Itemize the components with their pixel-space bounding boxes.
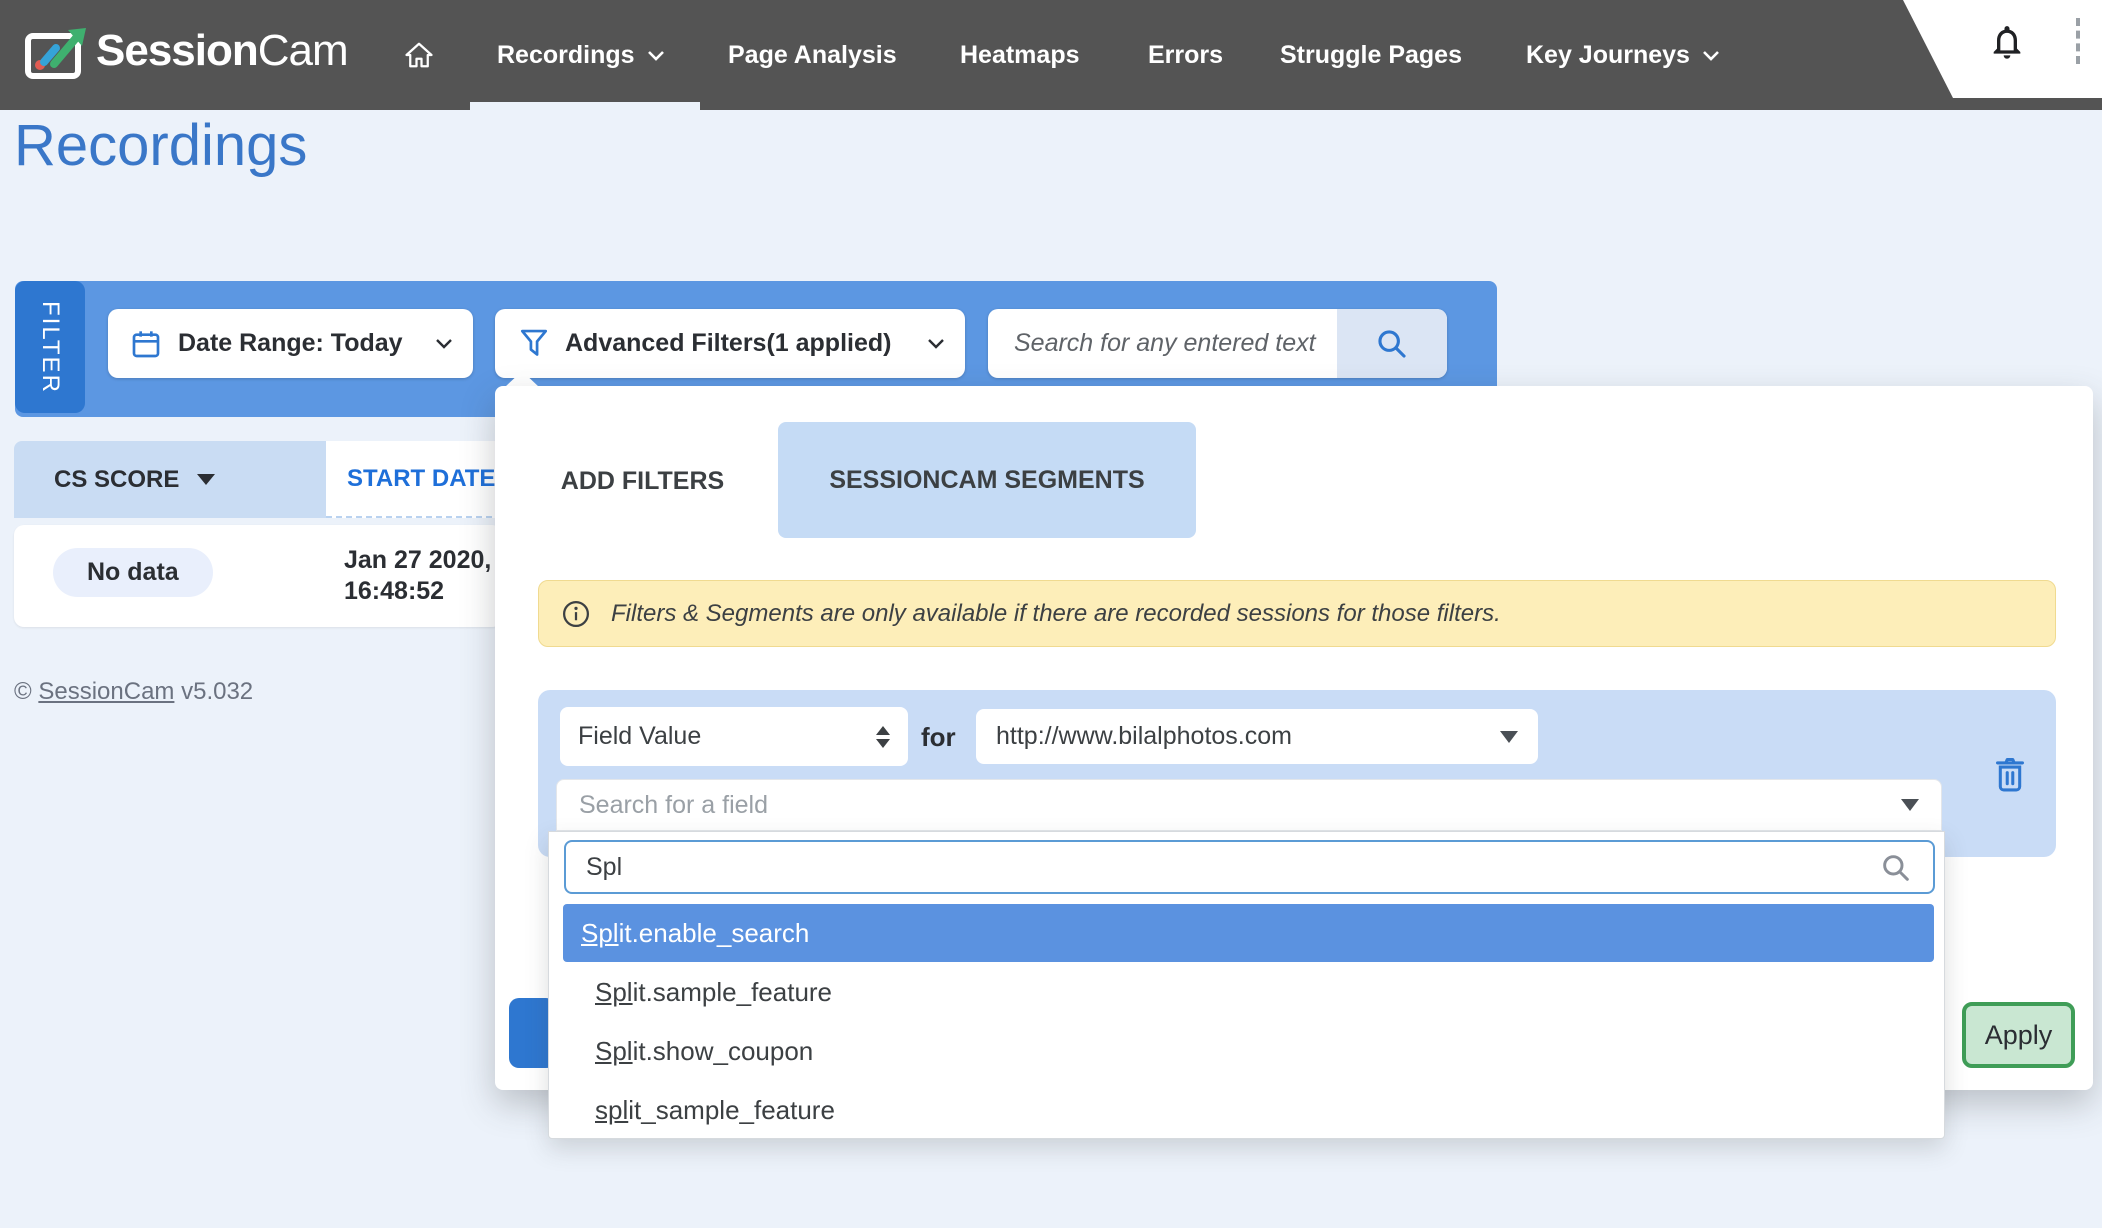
nav-label: Page Analysis xyxy=(728,41,897,70)
field-option[interactable]: Split.show_coupon xyxy=(563,1022,1934,1080)
start-date-value: Jan 27 2020, 16:48:52 xyxy=(344,545,491,607)
start-date-line2: 16:48:52 xyxy=(344,576,491,607)
chevron-down-icon xyxy=(927,338,945,349)
field-search-dropdown: Split.enable_search Split.sample_feature… xyxy=(548,831,1945,1139)
chevron-down-icon xyxy=(1702,50,1720,61)
brand-session-text: Session xyxy=(96,26,258,75)
nav-label: Struggle Pages xyxy=(1280,41,1462,70)
nav-home-button[interactable] xyxy=(404,0,434,110)
field-search-select[interactable]: Search for a field xyxy=(556,779,1942,831)
tab-sessioncam-segments[interactable]: SESSIONCAM SEGMENTS xyxy=(778,422,1196,538)
nav-item-heatmaps[interactable]: Heatmaps xyxy=(960,0,1080,110)
advanced-filters-button[interactable]: Advanced Filters(1 applied) xyxy=(495,309,965,378)
option-match-text: Spl xyxy=(595,977,633,1008)
column-header-start-date[interactable]: START DATE xyxy=(326,441,502,518)
nav-item-page-analysis[interactable]: Page Analysis xyxy=(728,0,897,110)
nav-label: Recordings xyxy=(497,41,635,70)
magnifier-icon xyxy=(1880,852,1912,884)
advanced-filters-label: Advanced Filters(1 applied) xyxy=(565,329,891,358)
notifications-button[interactable] xyxy=(1987,20,2027,69)
page-title: Recordings xyxy=(14,112,307,179)
search-button[interactable] xyxy=(1337,309,1447,378)
magnifier-icon xyxy=(1375,327,1409,361)
trash-icon xyxy=(1993,756,2027,792)
nav-item-struggle-pages[interactable]: Struggle Pages xyxy=(1280,0,1462,110)
field-option[interactable]: Split.sample_feature xyxy=(563,963,1934,1021)
column-label: CS SCORE xyxy=(54,466,179,494)
nav-label: Key Journeys xyxy=(1526,41,1690,70)
filter-tab-label: FILTER xyxy=(36,301,64,394)
filter-side-tab[interactable]: FILTER xyxy=(15,281,85,413)
field-type-value: Field Value xyxy=(578,722,701,751)
field-option-selected[interactable]: Split.enable_search xyxy=(563,904,1934,962)
tab-label: ADD FILTERS xyxy=(561,467,724,496)
nav-item-recordings[interactable]: Recordings xyxy=(497,0,665,110)
navbar-corner-notch xyxy=(1903,0,2102,98)
option-rest-text: it_sample_feature xyxy=(628,1095,835,1126)
text-search-box xyxy=(988,309,1447,378)
field-search-placeholder: Search for a field xyxy=(579,791,768,820)
delete-filter-button[interactable] xyxy=(1988,752,2032,796)
date-range-label: Date Range: Today xyxy=(178,329,403,358)
option-rest-text: it.show_coupon xyxy=(633,1036,814,1067)
field-search-input[interactable] xyxy=(564,840,1935,894)
active-nav-indicator xyxy=(470,102,700,110)
start-date-line1: Jan 27 2020, xyxy=(344,545,491,576)
option-match-text: Spl xyxy=(595,1036,633,1067)
version-text: v5.032 xyxy=(174,678,253,705)
option-rest-text: it.enable_search xyxy=(619,918,810,949)
notice-banner: Filters & Segments are only available if… xyxy=(538,580,2056,647)
brand-name: SessionCam xyxy=(96,26,348,76)
nav-label: Errors xyxy=(1148,41,1223,70)
search-input[interactable] xyxy=(988,309,1337,378)
dropdown-arrow-icon xyxy=(1901,799,1919,811)
site-select[interactable]: http://www.bilalphotos.com xyxy=(976,709,1538,764)
table-row[interactable]: No data Jan 27 2020, 16:48:52 xyxy=(14,525,502,627)
vertical-dashed-divider xyxy=(2076,18,2080,64)
bell-icon xyxy=(1987,20,2027,64)
chevron-down-icon xyxy=(435,338,453,349)
cs-score-badge: No data xyxy=(53,548,213,597)
tab-label: SESSIONCAM SEGMENTS xyxy=(829,466,1144,495)
nav-item-errors[interactable]: Errors xyxy=(1148,0,1223,110)
chevron-down-icon xyxy=(647,50,665,61)
nav-label: Heatmaps xyxy=(960,41,1080,70)
info-icon xyxy=(561,599,591,629)
copyright-symbol: © xyxy=(14,678,38,705)
screen: SessionCam Recordings Page Analysis Heat… xyxy=(0,0,2102,1228)
sessioncam-link[interactable]: SessionCam xyxy=(38,678,174,705)
column-header-cs-score[interactable]: CS SCORE xyxy=(14,441,326,518)
dropdown-arrow-icon xyxy=(1500,731,1518,743)
column-label: START DATE xyxy=(347,465,495,493)
date-range-button[interactable]: Date Range: Today xyxy=(108,309,473,378)
field-type-select[interactable]: Field Value xyxy=(560,707,908,766)
apply-button[interactable]: Apply xyxy=(1962,1002,2075,1068)
option-match-text: spl xyxy=(595,1095,628,1126)
sort-descending-icon xyxy=(197,474,215,485)
option-match-text: Spl xyxy=(581,918,619,949)
copyright-text: © SessionCam v5.032 xyxy=(14,678,253,706)
home-icon xyxy=(404,41,434,69)
tab-add-filters[interactable]: ADD FILTERS xyxy=(540,447,745,515)
site-value: http://www.bilalphotos.com xyxy=(996,722,1292,751)
panel-arrow-notch xyxy=(505,371,539,387)
calendar-icon xyxy=(130,328,162,360)
notice-text: Filters & Segments are only available if… xyxy=(611,600,1501,628)
spinner-arrows-icon xyxy=(876,726,890,748)
for-label: for xyxy=(921,722,956,753)
top-navbar: SessionCam Recordings Page Analysis Heat… xyxy=(0,0,2102,110)
sessioncam-logo-icon xyxy=(24,24,90,84)
option-rest-text: it.sample_feature xyxy=(633,977,832,1008)
field-option[interactable]: split_sample_feature xyxy=(563,1081,1934,1139)
funnel-icon xyxy=(519,328,549,360)
brand-cam-text: Cam xyxy=(258,26,348,75)
nav-item-key-journeys[interactable]: Key Journeys xyxy=(1526,0,1720,110)
